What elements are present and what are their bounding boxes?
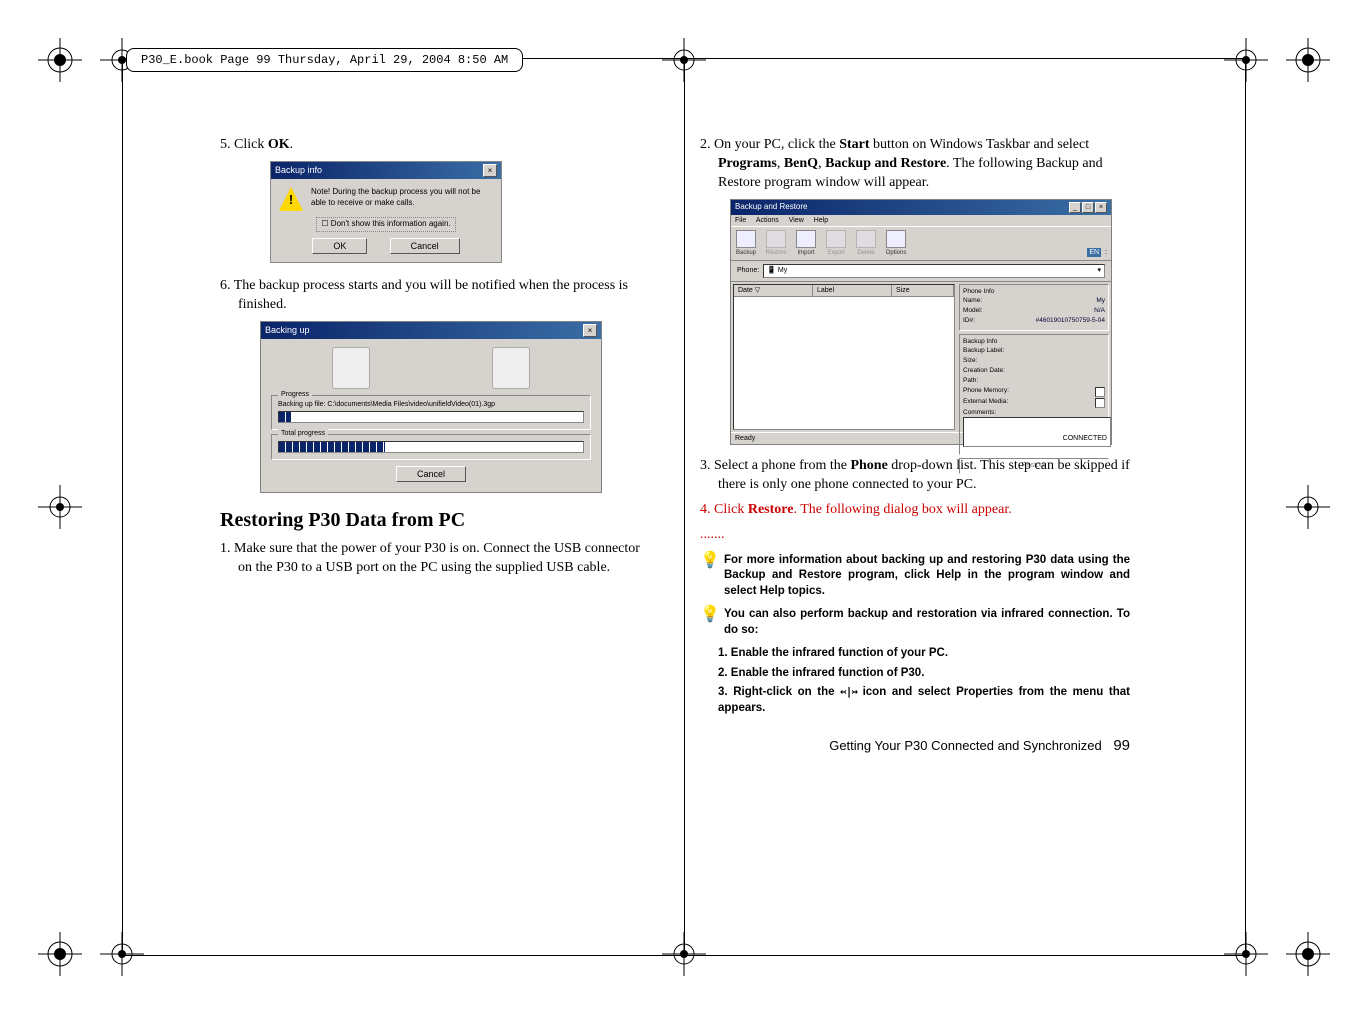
reg-mark-icon bbox=[1224, 38, 1268, 82]
dialog-note: Note! During the backup process you will… bbox=[311, 187, 493, 209]
page-number: 99 bbox=[1113, 737, 1130, 754]
backup-restore-window: Backup and Restore _ □ × File Actions Vi… bbox=[730, 199, 1112, 445]
reg-mark-icon bbox=[38, 38, 82, 82]
reg-mark-icon bbox=[1286, 38, 1330, 82]
window-titlebar: Backup and Restore _ □ × bbox=[731, 200, 1111, 215]
toolbar: Backup Restore Import Export Delete Opti… bbox=[731, 226, 1111, 261]
progress-bar bbox=[278, 411, 584, 423]
total-progress-group: Total progress bbox=[271, 434, 591, 460]
info-pane: Phone Info Name:My Model:N/A ID#:#460190… bbox=[959, 284, 1109, 430]
backup-info-dialog: Backup info × Note! During the backup pr… bbox=[270, 161, 502, 263]
minimize-icon[interactable]: _ bbox=[1069, 202, 1081, 213]
reg-mark-icon bbox=[1286, 932, 1330, 976]
section-heading: Restoring P30 Data from PC bbox=[220, 507, 650, 534]
toolbar-export[interactable]: Export bbox=[825, 230, 847, 257]
toolbar-backup[interactable]: Backup bbox=[735, 230, 757, 257]
warning-icon bbox=[279, 187, 303, 211]
reg-mark-icon bbox=[1286, 485, 1330, 529]
ok-button[interactable]: OK bbox=[312, 238, 367, 254]
backup-list[interactable]: Date ▽ Label Size bbox=[733, 284, 955, 430]
reg-mark-icon bbox=[38, 932, 82, 976]
toolbar-import[interactable]: Import bbox=[795, 230, 817, 257]
tip-1: 💡 For more information about backing up … bbox=[700, 553, 1130, 600]
lightbulb-icon: 💡 bbox=[700, 553, 716, 600]
tip-step-2: 2. Enable the infrared function of P30. bbox=[700, 666, 1130, 682]
menu-actions[interactable]: Actions bbox=[756, 217, 779, 224]
close-icon[interactable]: × bbox=[583, 324, 597, 337]
reg-mark-icon bbox=[100, 932, 144, 976]
reg-mark-icon bbox=[1224, 932, 1268, 976]
ellipsis: ....... bbox=[700, 526, 1130, 545]
toolbar-options[interactable]: Options bbox=[885, 230, 907, 257]
reg-mark-icon bbox=[38, 485, 82, 529]
phone-icon bbox=[332, 347, 370, 389]
restore-step-1: 1. Make sure that the power of your P30 … bbox=[220, 540, 650, 578]
phone-info-title: Phone Info bbox=[963, 288, 1105, 297]
backup-info-title: Backup Info bbox=[963, 338, 1105, 347]
menu-file[interactable]: File bbox=[735, 217, 746, 224]
infrared-icon: ↢|↣ bbox=[840, 685, 857, 700]
backing-up-dialog: Backing up × Progress Backing up file: C… bbox=[260, 321, 602, 494]
progress-group: Progress Backing up file: C:\documents\M… bbox=[271, 395, 591, 430]
lightbulb-icon: 💡 bbox=[700, 607, 716, 638]
dialog-title: Backing up bbox=[265, 324, 310, 336]
pc-icon bbox=[492, 347, 530, 389]
dialog-titlebar: Backing up × bbox=[261, 322, 601, 339]
maximize-icon[interactable]: □ bbox=[1082, 202, 1094, 213]
page-header: P30_E.book Page 99 Thursday, April 29, 2… bbox=[126, 48, 523, 72]
step-6: 6. The backup process starts and you wil… bbox=[220, 277, 650, 315]
chevron-down-icon: ▾ bbox=[1097, 266, 1101, 275]
phone-memory-checkbox[interactable] bbox=[1095, 387, 1105, 397]
language-indicator[interactable]: EN bbox=[1087, 248, 1101, 257]
dialog-titlebar: Backup info × bbox=[271, 162, 501, 179]
progress-file-text: Backing up file: C:\documents\Media File… bbox=[278, 400, 584, 409]
phone-label: Phone: bbox=[737, 266, 759, 275]
ime-icon[interactable]: : bbox=[1105, 248, 1107, 257]
tip-step-3: 3. Right-click on the ↢|↣ icon and selec… bbox=[700, 685, 1130, 716]
status-left: Ready bbox=[735, 434, 755, 443]
reg-mark-icon bbox=[662, 38, 706, 82]
dialog-title: Backup info bbox=[275, 164, 322, 176]
external-media-checkbox[interactable] bbox=[1095, 398, 1105, 408]
window-title: Backup and Restore bbox=[735, 202, 808, 213]
close-icon[interactable]: × bbox=[483, 164, 497, 177]
toolbar-restore[interactable]: Restore bbox=[765, 230, 787, 257]
menu-view[interactable]: View bbox=[789, 217, 804, 224]
step-5: 5. Click OK. bbox=[220, 136, 650, 155]
cancel-button[interactable]: Cancel bbox=[390, 238, 460, 254]
status-right: CONNECTED bbox=[1063, 434, 1107, 443]
total-progress-bar bbox=[278, 441, 584, 453]
toolbar-delete[interactable]: Delete bbox=[855, 230, 877, 257]
cancel-button[interactable]: Cancel bbox=[396, 466, 466, 482]
reg-mark-icon bbox=[662, 932, 706, 976]
page-footer: Getting Your P30 Connected and Synchroni… bbox=[829, 736, 1130, 756]
left-page: 5. Click OK. Backup info × Note! During … bbox=[220, 136, 650, 584]
restore-step-4: 4. Click Restore. The following dialog b… bbox=[700, 501, 1130, 520]
restore-step-2: 2. On your PC, click the Start button on… bbox=[700, 136, 1130, 193]
phone-dropdown[interactable]: 📱 My▾ bbox=[763, 264, 1105, 277]
close-icon[interactable]: × bbox=[1095, 202, 1107, 213]
right-page: 2. On your PC, click the Start button on… bbox=[700, 136, 1130, 720]
tip-step-1: 1. Enable the infrared function of your … bbox=[700, 646, 1130, 662]
menubar: File Actions View Help bbox=[731, 215, 1111, 226]
col-label[interactable]: Label bbox=[813, 285, 892, 296]
tip-2: 💡 You can also perform backup and restor… bbox=[700, 607, 1130, 638]
menu-help[interactable]: Help bbox=[814, 217, 828, 224]
col-date[interactable]: Date ▽ bbox=[734, 285, 813, 296]
col-size[interactable]: Size bbox=[892, 285, 954, 296]
restore-step-3: 3. Select a phone from the Phone drop-do… bbox=[700, 457, 1130, 495]
dont-show-checkbox[interactable]: ☐ Don't show this information again. bbox=[316, 217, 455, 232]
